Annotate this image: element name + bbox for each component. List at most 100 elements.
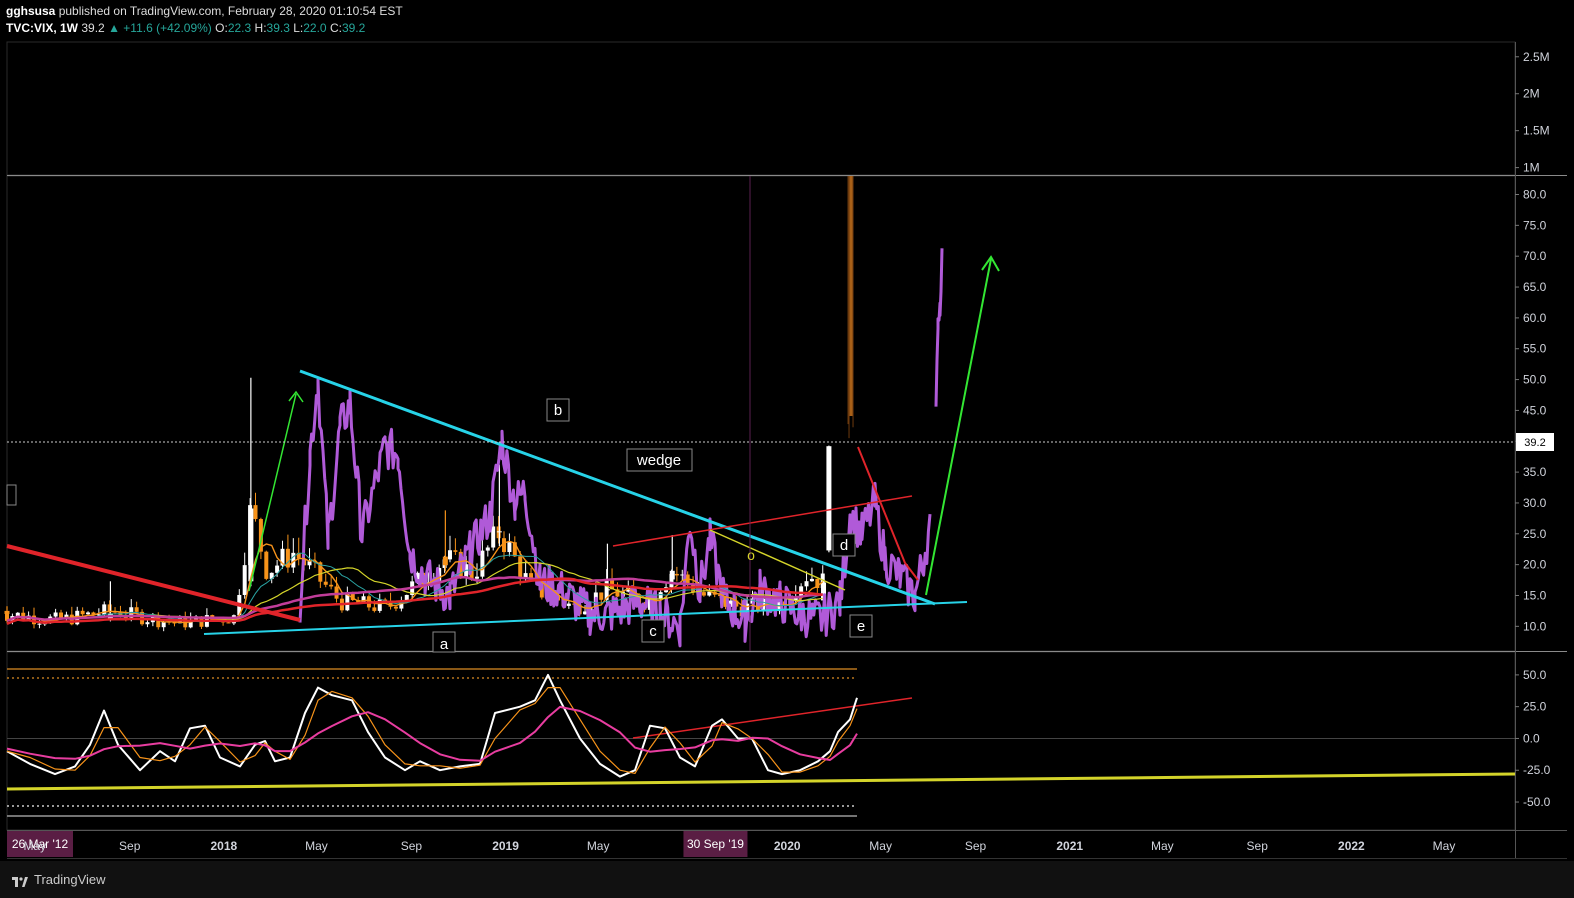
candle-body xyxy=(604,589,610,591)
low-value: 22.0 xyxy=(303,21,327,35)
price-tick-label: 25.0 xyxy=(1523,527,1547,541)
candle-body xyxy=(599,592,604,600)
candle-body xyxy=(804,581,809,587)
change-value: +11.6 (+42.09%) xyxy=(123,21,212,35)
candle-body xyxy=(4,610,10,614)
osc-tick-label: -25.0 xyxy=(1523,763,1551,777)
candle-body xyxy=(701,592,706,596)
close-label: C: xyxy=(329,21,342,35)
price-tick-label: 35.0 xyxy=(1523,465,1547,479)
price-tick-label: 75.0 xyxy=(1523,218,1547,232)
label-wedge[interactable]: wedge xyxy=(626,448,693,472)
candle-body xyxy=(507,542,512,553)
chart-area[interactable]: 2.5M 2M 1.5M 1M 80.0 75.0 70.0 65.0 60.0 55.0 50.… xyxy=(0,0,1574,898)
candle-body xyxy=(86,612,91,615)
svg-text:e: e xyxy=(857,618,865,635)
candle-body xyxy=(491,526,496,548)
symbol-label[interactable]: TVC:VIX, 1W xyxy=(6,21,78,35)
last-price-tag: 39.2 xyxy=(1516,433,1554,451)
candle-body xyxy=(53,612,58,617)
x-tick-label: 2019 xyxy=(492,839,519,853)
svg-text:39.2: 39.2 xyxy=(1524,437,1545,449)
candle-body xyxy=(107,604,112,612)
price-tick-label: 15.0 xyxy=(1523,588,1547,602)
label-d[interactable]: d xyxy=(832,533,856,557)
price-tick-label: 30.0 xyxy=(1523,496,1547,510)
candle-body xyxy=(474,576,479,579)
osc-tick-label: 50.0 xyxy=(1523,668,1547,682)
candle-body xyxy=(329,584,334,587)
candle-body xyxy=(242,565,247,595)
candle-body xyxy=(566,603,571,606)
candle-body xyxy=(658,592,663,600)
volume-bar xyxy=(848,176,850,439)
price-tick-label: 80.0 xyxy=(1523,188,1547,202)
tradingview-logo-icon[interactable] xyxy=(12,875,28,887)
candle-body xyxy=(307,561,312,566)
label-o: o xyxy=(747,547,755,563)
high-label: H: xyxy=(254,21,267,35)
label-b[interactable]: b xyxy=(546,398,570,422)
ohlc-line: TVC:VIX, 1W 39.2 ▲ +11.6 (+42.09%) O:22.… xyxy=(6,21,365,35)
price-tick-label: 65.0 xyxy=(1523,280,1547,294)
footer-bar: TradingView xyxy=(0,861,1574,898)
x-tick-label: 30 Sep '19 xyxy=(687,837,744,851)
label-c[interactable]: c xyxy=(641,619,665,643)
up-arrow-icon: ▲ xyxy=(108,21,120,35)
publisher-name[interactable]: gghsusa xyxy=(6,4,55,18)
volume-bar xyxy=(852,176,854,428)
x-tick-label: May xyxy=(587,839,610,853)
candle-body xyxy=(518,556,523,579)
osc-tick-label: -50.0 xyxy=(1523,795,1551,809)
svg-text:d: d xyxy=(840,537,848,554)
candle-body xyxy=(372,607,377,611)
candle-body xyxy=(674,573,679,576)
x-tick-label: 2022 xyxy=(1338,839,1365,853)
candle-body xyxy=(253,505,258,520)
price-tick-label: 60.0 xyxy=(1523,311,1547,325)
open-value: 22.3 xyxy=(227,21,252,35)
price-tick-label: 50.0 xyxy=(1523,373,1547,387)
x-tick-label: May xyxy=(1433,839,1456,853)
candle-body xyxy=(442,556,448,566)
candle-body xyxy=(485,547,490,551)
candle-body xyxy=(145,622,150,625)
price-tick-label: 70.0 xyxy=(1523,249,1547,263)
candle-body xyxy=(826,446,832,551)
low-label: L: xyxy=(293,21,304,35)
osc-tick-label: 25.0 xyxy=(1523,700,1547,714)
candle-body xyxy=(447,550,452,560)
label-a[interactable]: a xyxy=(432,631,456,653)
x-tick-label: 2021 xyxy=(1056,839,1083,853)
candle-body xyxy=(226,622,231,624)
last-value: 39.2 xyxy=(81,21,105,35)
candle-body xyxy=(393,606,398,609)
svg-text:wedge: wedge xyxy=(636,452,681,469)
volume-bar xyxy=(847,176,849,425)
price-tick-label: 55.0 xyxy=(1523,342,1547,356)
x-tick-label: Sep xyxy=(401,839,423,853)
candle-body xyxy=(334,586,339,599)
x-tick-label: May xyxy=(305,839,328,853)
svg-text:c: c xyxy=(649,623,657,640)
x-tick-label: 2020 xyxy=(774,839,801,853)
x-tick-label: Sep xyxy=(965,839,987,853)
tradingview-brand[interactable]: TradingView xyxy=(34,872,106,887)
close-value: 39.2 xyxy=(341,21,366,35)
vol-tick-label: 2.5M xyxy=(1523,50,1550,64)
x-tick-label: May xyxy=(23,839,46,853)
candle-body xyxy=(80,610,85,615)
open-label: O: xyxy=(215,21,228,35)
candle-body xyxy=(480,550,485,577)
candle-body xyxy=(669,570,675,580)
x-tick-label: May xyxy=(1151,839,1174,853)
candle-body xyxy=(134,607,139,612)
high-value: 39.3 xyxy=(266,21,290,35)
price-tick-label: 10.0 xyxy=(1523,619,1547,633)
vol-tick-label: 1.5M xyxy=(1523,124,1550,138)
volume-bar xyxy=(849,176,853,416)
publish-line: gghsusa published on TradingView.com, Fe… xyxy=(6,4,403,18)
x-tick-label: Sep xyxy=(1247,839,1269,853)
label-e[interactable]: e xyxy=(849,614,873,638)
x-tick-label: May xyxy=(869,839,892,853)
